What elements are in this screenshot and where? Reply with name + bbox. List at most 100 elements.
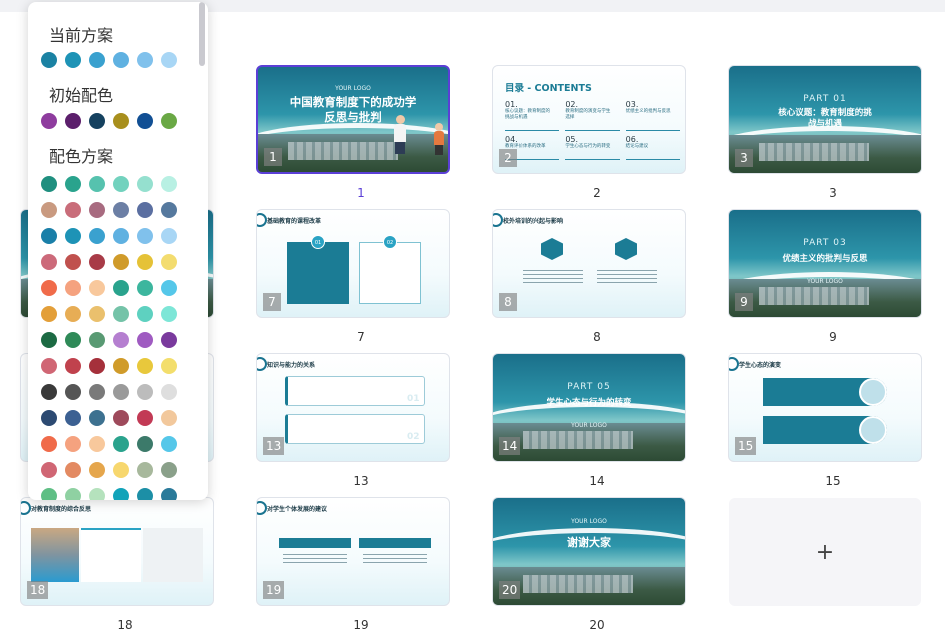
color-swatch[interactable] <box>161 113 177 129</box>
color-scheme-row[interactable] <box>41 254 177 270</box>
color-scheme-row[interactable] <box>41 306 177 322</box>
color-swatch[interactable] <box>41 176 57 192</box>
color-swatch[interactable] <box>113 384 129 400</box>
color-swatch[interactable] <box>89 280 105 296</box>
slide-thumbnail-1[interactable]: YOUR LOGO 中国教育制度下的成功学 反思与批判 1 <box>256 65 450 174</box>
color-scheme-row[interactable] <box>41 436 177 452</box>
color-swatch[interactable] <box>41 113 57 129</box>
color-swatch[interactable] <box>113 332 129 348</box>
color-swatch[interactable] <box>65 176 81 192</box>
color-swatch[interactable] <box>65 358 81 374</box>
color-swatch[interactable] <box>89 228 105 244</box>
color-swatch[interactable] <box>137 306 153 322</box>
color-swatch[interactable] <box>41 488 57 500</box>
color-swatch[interactable] <box>137 332 153 348</box>
color-swatch[interactable] <box>113 306 129 322</box>
color-swatch[interactable] <box>113 436 129 452</box>
add-slide-button[interactable]: + <box>729 498 921 606</box>
color-swatch[interactable] <box>161 384 177 400</box>
color-swatch[interactable] <box>89 113 105 129</box>
slide-thumbnail-20[interactable]: YOUR LOGO 谢谢大家 20 <box>492 497 686 606</box>
color-swatch[interactable] <box>161 176 177 192</box>
color-scheme-dropdown[interactable]: 当前方案 初始配色 配色方案 <box>28 2 208 500</box>
color-swatch[interactable] <box>161 202 177 218</box>
color-swatch[interactable] <box>161 332 177 348</box>
color-swatch[interactable] <box>137 462 153 478</box>
color-swatch[interactable] <box>161 462 177 478</box>
palette-scrollbar[interactable] <box>199 2 205 66</box>
color-swatch[interactable] <box>113 228 129 244</box>
color-swatch[interactable] <box>113 280 129 296</box>
color-swatch[interactable] <box>89 488 105 500</box>
color-swatch[interactable] <box>41 462 57 478</box>
color-scheme-row[interactable] <box>41 488 177 500</box>
color-swatch[interactable] <box>89 254 105 270</box>
color-swatch[interactable] <box>137 228 153 244</box>
color-swatch[interactable] <box>89 332 105 348</box>
color-swatch[interactable] <box>113 358 129 374</box>
color-swatch[interactable] <box>137 280 153 296</box>
color-swatch[interactable] <box>89 306 105 322</box>
color-swatch[interactable] <box>65 228 81 244</box>
slide-thumbnail-14[interactable]: PART 05 学生心态与行为的转变 YOUR LOGO 14 <box>492 353 686 462</box>
color-swatch[interactable] <box>89 462 105 478</box>
color-swatch[interactable] <box>41 228 57 244</box>
color-swatch[interactable] <box>113 488 129 500</box>
color-swatch[interactable] <box>41 410 57 426</box>
color-swatch[interactable] <box>41 254 57 270</box>
color-swatch[interactable] <box>113 52 129 68</box>
color-scheme-row[interactable] <box>41 280 177 296</box>
color-swatch[interactable] <box>113 254 129 270</box>
color-swatch[interactable] <box>113 202 129 218</box>
color-swatch[interactable] <box>89 52 105 68</box>
color-swatch[interactable] <box>137 113 153 129</box>
slide-thumbnail-13[interactable]: 知识与能力的关系 01 02 13 <box>256 353 450 462</box>
color-swatch[interactable] <box>89 358 105 374</box>
slide-thumbnail-7[interactable]: 基础教育的课程改革 01 02 7 <box>256 209 450 318</box>
color-scheme-row[interactable] <box>41 462 177 478</box>
color-swatch[interactable] <box>65 52 81 68</box>
slide-thumbnail-19[interactable]: 对学生个体发展的建议 19 <box>256 497 450 606</box>
color-swatch[interactable] <box>65 306 81 322</box>
color-scheme-row[interactable] <box>41 384 177 400</box>
color-swatch[interactable] <box>65 332 81 348</box>
color-swatch[interactable] <box>161 280 177 296</box>
color-swatch[interactable] <box>89 202 105 218</box>
color-swatch[interactable] <box>65 384 81 400</box>
slide-thumbnail-2[interactable]: 目录 - CONTENTS 01. 核心议题：教育制度的 挑战与机遇 02. 教育制度… <box>492 65 686 174</box>
color-swatch[interactable] <box>41 52 57 68</box>
color-swatch[interactable] <box>161 306 177 322</box>
color-swatch[interactable] <box>161 52 177 68</box>
color-swatch[interactable] <box>137 358 153 374</box>
color-swatch[interactable] <box>65 488 81 500</box>
initial-color-swatches[interactable] <box>41 113 177 129</box>
color-swatch[interactable] <box>41 384 57 400</box>
color-scheme-row[interactable] <box>41 332 177 348</box>
color-swatch[interactable] <box>41 202 57 218</box>
color-swatch[interactable] <box>113 113 129 129</box>
color-swatch[interactable] <box>89 410 105 426</box>
color-swatch[interactable] <box>65 202 81 218</box>
color-swatch[interactable] <box>137 52 153 68</box>
color-swatch[interactable] <box>89 436 105 452</box>
slide-thumbnail-9[interactable]: PART 03 优绩主义的批判与反思 YOUR LOGO 9 <box>728 209 922 318</box>
color-scheme-row[interactable] <box>41 228 177 244</box>
color-swatch[interactable] <box>137 488 153 500</box>
color-swatch[interactable] <box>137 202 153 218</box>
color-swatch[interactable] <box>41 306 57 322</box>
color-swatch[interactable] <box>65 280 81 296</box>
color-swatch[interactable] <box>41 436 57 452</box>
color-swatch[interactable] <box>65 254 81 270</box>
color-swatch[interactable] <box>65 113 81 129</box>
color-swatch[interactable] <box>113 410 129 426</box>
color-swatch[interactable] <box>137 410 153 426</box>
color-swatch[interactable] <box>161 228 177 244</box>
color-scheme-row[interactable] <box>41 410 177 426</box>
color-scheme-row[interactable] <box>41 358 177 374</box>
color-swatch[interactable] <box>89 176 105 192</box>
color-swatch[interactable] <box>161 254 177 270</box>
color-swatch[interactable] <box>89 384 105 400</box>
slide-thumbnail-3[interactable]: PART 01 核心议题：教育制度的挑 战与机遇 3 <box>728 65 922 174</box>
color-scheme-row[interactable] <box>41 202 177 218</box>
color-swatch[interactable] <box>137 254 153 270</box>
